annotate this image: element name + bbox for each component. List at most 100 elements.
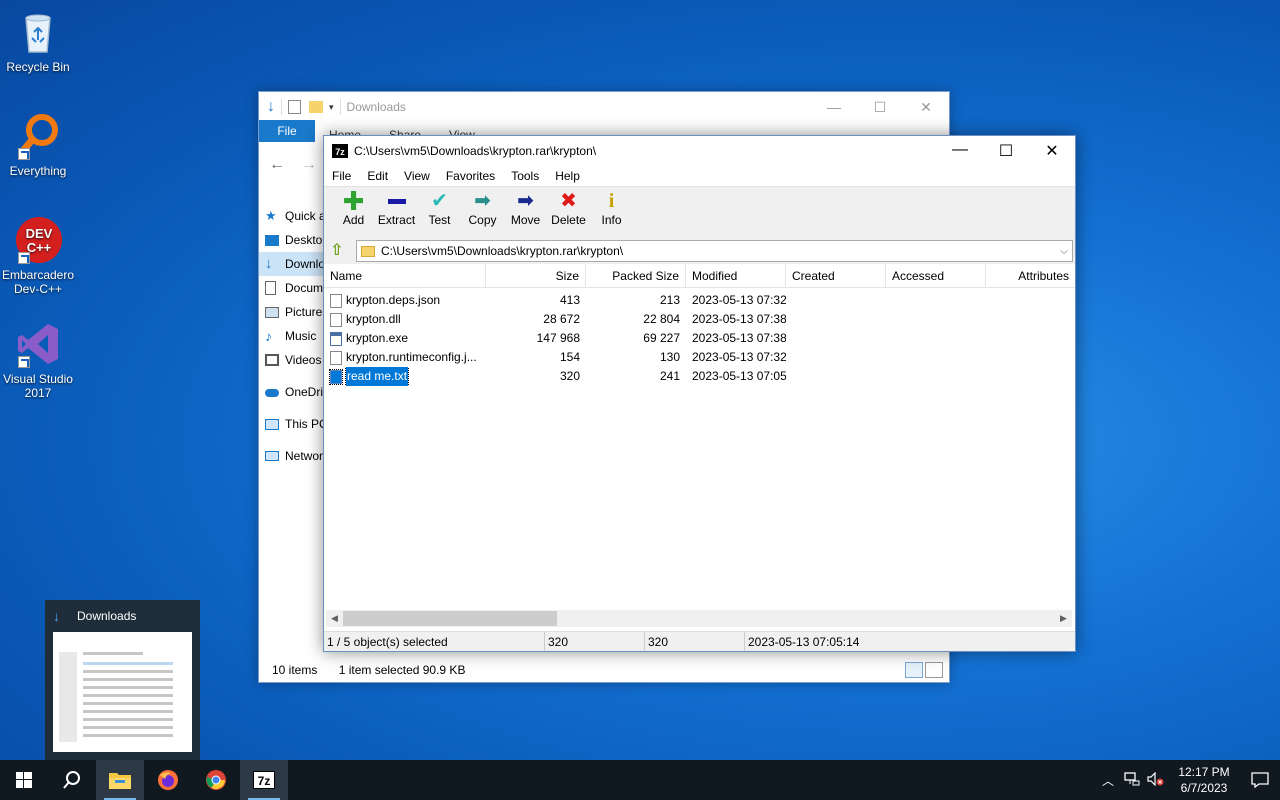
column-name[interactable]: Name [324,264,486,287]
network-icon [265,451,279,461]
minimize-button[interactable]: — [937,141,983,161]
extract-button[interactable]: Extract [375,187,418,227]
exe-file-icon [330,331,342,346]
desktop-icon-everything[interactable]: Everything [0,112,76,178]
nav-item-quick-access[interactable]: ★Quick access [259,204,325,228]
address-path: C:\Users\vm5\Downloads\krypton.rar\krypt… [381,244,624,258]
status-bar: 1 / 5 object(s) selected 320 320 2023-05… [324,631,1075,651]
nav-item-videos[interactable]: Videos [259,348,325,372]
7zip-file-manager-window[interactable]: 7z C:\Users\vm5\Downloads\krypton.rar\kr… [323,135,1076,652]
desktop-icon-devcpp[interactable]: DEV C++ Embarcadero Dev-C++ [0,216,76,296]
menu-file[interactable]: File [332,169,351,183]
7zip-title-bar[interactable]: 7z C:\Users\vm5\Downloads\krypton.rar\kr… [324,136,1075,166]
info-icon: i [608,190,615,212]
add-button[interactable]: ✚ Add [332,187,375,227]
maximize-button[interactable]: ☐ [857,99,903,116]
window-thumbnail-image [53,632,192,752]
delete-button[interactable]: ✖ Delete [547,187,590,227]
forward-arrow-icon[interactable]: → [301,156,317,174]
cloud-icon [265,389,279,397]
start-button[interactable] [0,760,48,800]
details-view-button[interactable] [905,662,923,678]
properties-icon[interactable] [288,100,301,114]
music-note-icon: ♪ [265,328,272,344]
nav-item-music[interactable]: ♪ Music [259,324,325,348]
taskbar-file-explorer[interactable] [96,760,144,800]
test-button[interactable]: ✔ Test [418,187,461,227]
desktop-icon-label: Recycle Bin [6,60,70,74]
chrome-icon [206,770,226,790]
menu-favorites[interactable]: Favorites [446,169,495,183]
table-row[interactable]: krypton.runtimeconfig.j... 154 130 2023-… [324,348,1075,367]
film-icon [265,354,279,366]
menu-edit[interactable]: Edit [367,169,388,183]
qat-dropdown-icon[interactable]: ▾ [329,102,334,113]
table-row[interactable]: krypton.exe 147 968 69 227 2023-05-13 07… [324,329,1075,348]
scroll-left-icon[interactable]: ◀ [326,613,343,624]
window-title: C:\Users\vm5\Downloads\krypton.rar\krypt… [354,144,597,158]
table-row-selected[interactable]: read me.txt 320 241 2023-05-13 07:05 [324,367,1075,386]
copy-button[interactable]: ➡ Copy [461,187,504,227]
desktop-icon-recycle-bin[interactable]: Recycle Bin [0,8,76,74]
move-button[interactable]: ➡ Move [504,187,547,227]
large-icons-view-button[interactable] [925,662,943,678]
scrollbar-thumb[interactable] [343,611,557,626]
close-button[interactable]: ✕ [903,99,949,116]
column-created[interactable]: Created [786,264,886,287]
folder-icon[interactable] [309,101,323,113]
menu-view[interactable]: View [404,169,430,183]
search-button[interactable] [48,760,96,800]
column-modified[interactable]: Modified [686,264,786,287]
nav-item-pictures[interactable]: Pictures [259,300,325,324]
explorer-title-bar[interactable]: ↓ ▾ Downloads — ☐ ✕ [259,92,949,122]
maximize-button[interactable]: ☐ [983,141,1029,161]
folder-icon [361,245,375,257]
column-headers: Name Size Packed Size Modified Created A… [324,264,1075,288]
file-list[interactable]: Name Size Packed Size Modified Created A… [324,264,1075,609]
nav-item-desktop[interactable]: Desktop [259,228,325,252]
column-packed-size[interactable]: Packed Size [586,264,686,287]
plus-icon: ✚ [342,186,365,216]
table-row[interactable]: krypton.dll 28 672 22 804 2023-05-13 07:… [324,310,1075,329]
download-arrow-icon: ↓ [265,255,273,272]
taskbar-thumbnail-preview[interactable]: ↓ Downloads [45,600,200,760]
network-icon[interactable] [1120,771,1144,789]
scroll-right-icon[interactable]: ▶ [1055,613,1072,624]
system-clock[interactable]: 12:17 PM 6/7/2023 [1168,764,1240,796]
nav-item-documents[interactable]: Documents [259,276,325,300]
chevron-up-icon[interactable]: ︿ [1096,772,1120,789]
system-tray: ︿ 12:17 PM 6/7/2023 [1096,760,1280,800]
up-folder-icon[interactable]: ⇧ [330,243,346,259]
taskbar-chrome[interactable] [192,760,240,800]
ribbon-tab-file[interactable]: File [259,120,315,142]
menu-tools[interactable]: Tools [511,169,539,183]
desktop-icon-visual-studio[interactable]: Visual Studio 2017 [0,320,76,400]
action-center-button[interactable] [1240,772,1280,788]
svg-text:C++: C++ [27,240,52,255]
nav-item-network[interactable]: Network [259,444,325,468]
menu-help[interactable]: Help [555,169,580,183]
table-row[interactable]: krypton.deps.json 413 213 2023-05-13 07:… [324,291,1075,310]
firefox-icon [158,770,178,790]
shortcut-arrow-icon [18,148,30,160]
address-input[interactable]: C:\Users\vm5\Downloads\krypton.rar\krypt… [356,240,1073,262]
chevron-down-icon[interactable]: ⌵ [1056,246,1072,257]
status-selection: 1 item selected 90.9 KB [338,663,466,677]
column-attributes[interactable]: Attributes [986,264,1075,287]
nav-item-onedrive[interactable]: OneDrive [259,380,325,404]
taskbar-7zip[interactable]: 7z [240,760,288,800]
horizontal-scrollbar[interactable]: ◀ ▶ [326,610,1072,627]
status-modified: 2023-05-13 07:05:14 [748,635,860,649]
column-size[interactable]: Size [486,264,586,287]
download-arrow-icon: ↓ [53,608,60,624]
volume-muted-icon[interactable] [1144,771,1168,789]
info-button[interactable]: i Info [590,187,633,227]
7zip-logo-icon: 7z [332,144,348,158]
taskbar-firefox[interactable] [144,760,192,800]
nav-item-this-pc[interactable]: This PC [259,412,325,436]
nav-item-downloads[interactable]: ↓Downloads [259,252,325,276]
minimize-button[interactable]: — [811,99,857,116]
close-button[interactable]: ✕ [1029,141,1075,161]
back-arrow-icon[interactable]: ← [269,156,285,174]
column-accessed[interactable]: Accessed [886,264,986,287]
